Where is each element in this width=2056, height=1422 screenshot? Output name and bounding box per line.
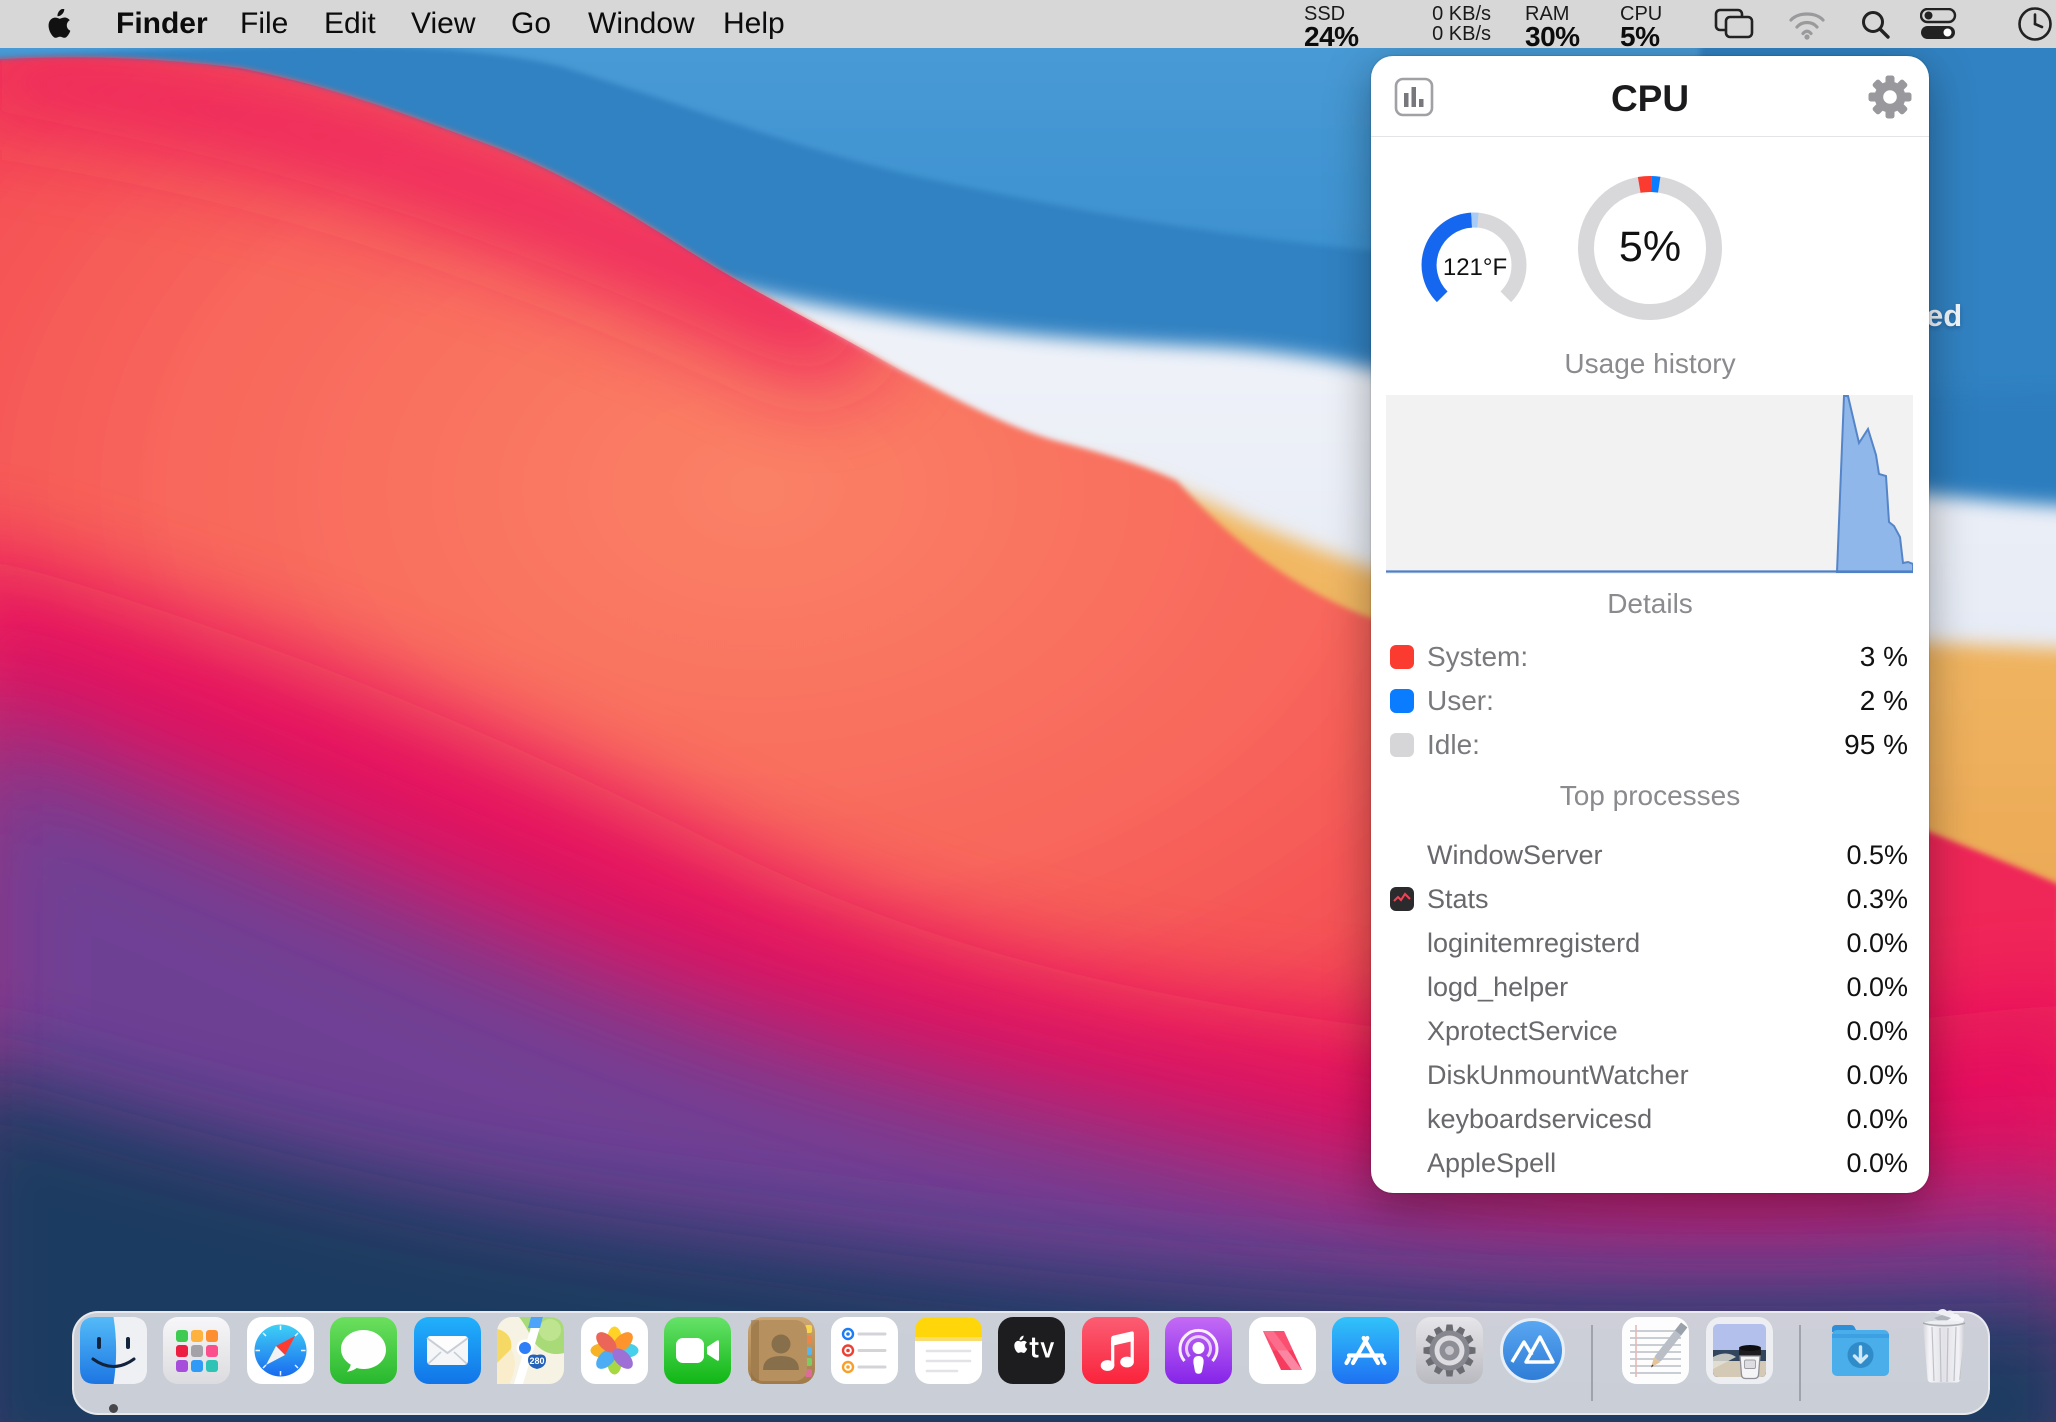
svg-text:280: 280: [529, 1356, 544, 1366]
svg-text:5%: 5%: [1619, 223, 1681, 271]
svg-text:ed: ed: [1926, 298, 1962, 333]
svg-text:121°F: 121°F: [1443, 254, 1507, 281]
